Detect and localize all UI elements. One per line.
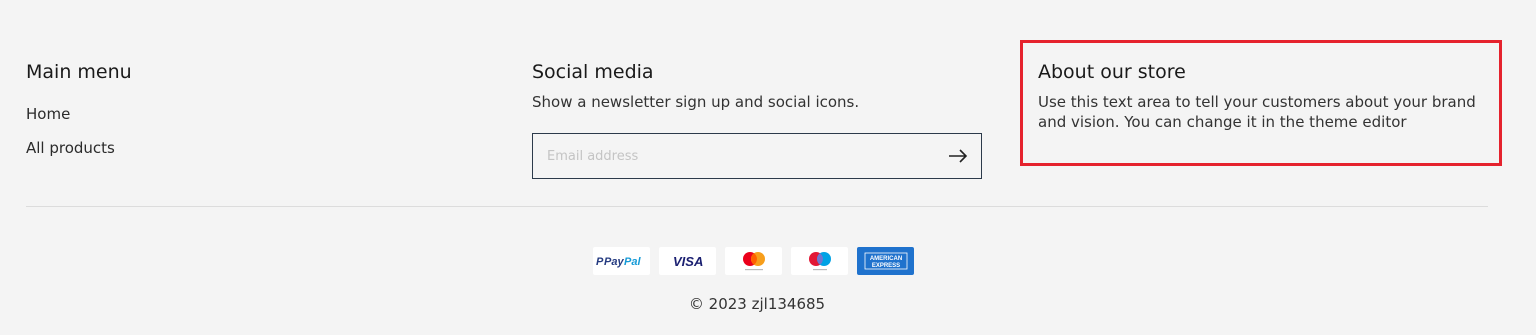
menu-link-all-products[interactable]: All products: [26, 138, 426, 158]
arrow-right-icon[interactable]: [948, 149, 968, 163]
svg-text:AMERICAN: AMERICAN: [869, 256, 901, 262]
mastercard-icon: [725, 247, 782, 275]
social-media-heading: Social media: [532, 61, 654, 83]
american-express-icon: AMERICAN EXPRESS: [857, 247, 914, 275]
social-media-section: Social media Show a newsletter sign up a…: [532, 60, 992, 112]
highlight-box: [1020, 40, 1502, 166]
copyright-text: © 2023 zjl134685: [688, 295, 826, 313]
paypal-icon: P Pay Pal: [593, 247, 650, 275]
payment-icons: P Pay Pal VISA AMERICAN EXPRESS: [593, 247, 914, 275]
svg-text:P: P: [596, 256, 604, 268]
main-menu-heading: Main menu: [26, 61, 132, 83]
email-field[interactable]: [547, 148, 927, 164]
menu-link-home[interactable]: Home: [26, 104, 426, 124]
svg-text:Pay: Pay: [604, 256, 624, 268]
maestro-icon: [791, 247, 848, 275]
svg-text:EXPRESS: EXPRESS: [871, 263, 899, 269]
svg-text:Pal: Pal: [624, 256, 641, 268]
main-menu-section: Main menu Home All products: [26, 60, 426, 158]
site-footer: Main menu Home All products Social media…: [0, 0, 1536, 335]
visa-icon: VISA: [659, 247, 716, 275]
svg-text:VISA: VISA: [673, 254, 703, 269]
newsletter-form: [532, 133, 982, 179]
newsletter-description: Show a newsletter sign up and social ico…: [532, 93, 860, 111]
footer-divider: [26, 206, 1488, 207]
